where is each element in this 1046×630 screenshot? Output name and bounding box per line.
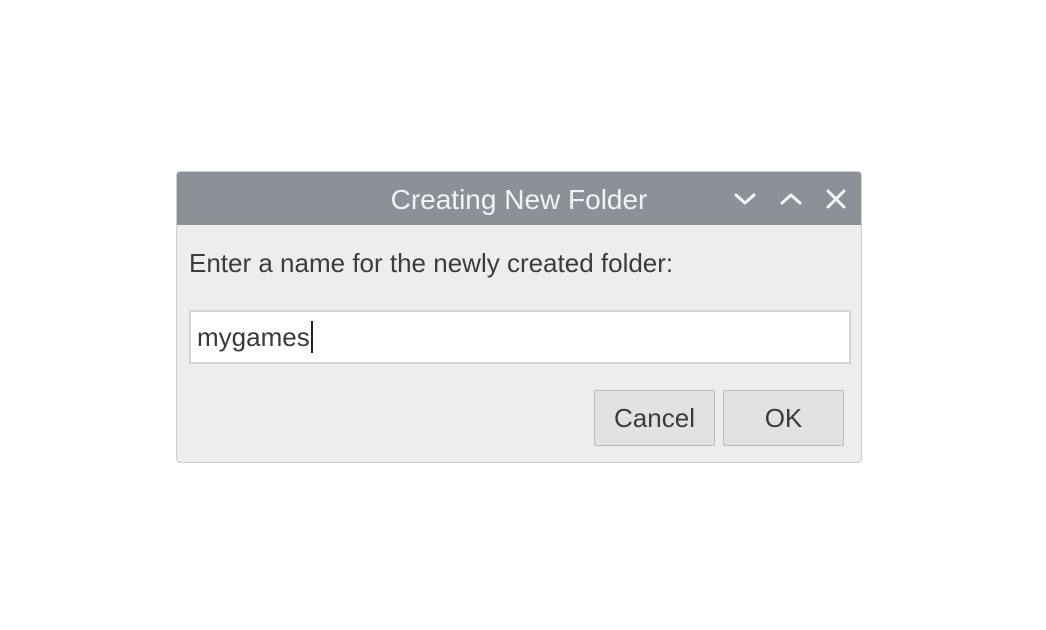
maximize-button[interactable] (778, 186, 804, 212)
folder-name-value: mygames (197, 321, 310, 352)
close-icon (826, 189, 846, 209)
chevron-up-icon (780, 193, 802, 205)
dialog-titlebar[interactable]: Creating New Folder (177, 172, 861, 225)
folder-name-prompt: Enter a name for the newly created folde… (189, 248, 674, 278)
dialog-title-container: Creating New Folder (177, 172, 861, 225)
close-button[interactable] (823, 186, 849, 212)
chevron-down-icon (734, 193, 756, 205)
ok-button[interactable]: OK (723, 390, 844, 446)
desktop-background: Creating New Folder Enter a name for the… (0, 0, 1046, 630)
minimize-button[interactable] (732, 186, 758, 212)
text-caret (310, 321, 313, 353)
dialog-title: Creating New Folder (390, 184, 648, 215)
new-folder-dialog: Creating New Folder Enter a name for the… (176, 171, 862, 463)
folder-name-input[interactable]: mygames (189, 310, 851, 364)
cancel-button[interactable]: Cancel (594, 390, 715, 446)
